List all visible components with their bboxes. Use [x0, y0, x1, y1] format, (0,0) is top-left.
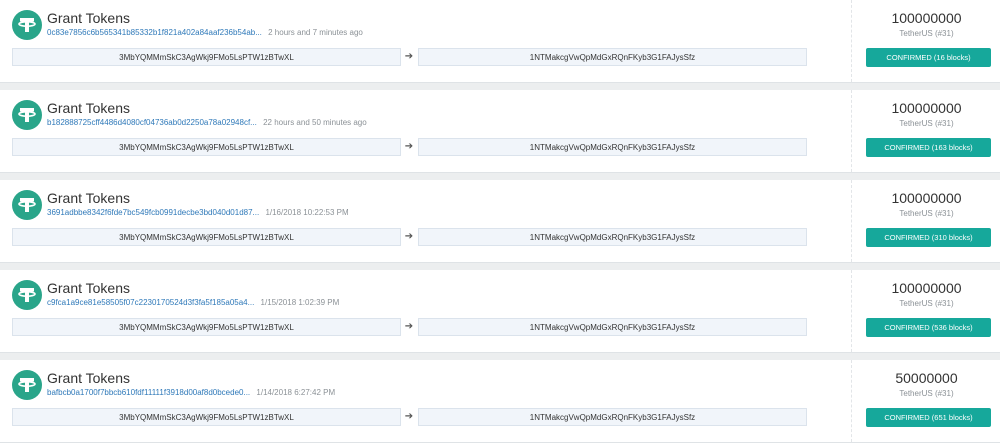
transaction-amount: 100000000: [891, 10, 962, 26]
transaction-row: Grant Tokens b182888725cff4486d4080cf047…: [0, 90, 1000, 173]
transaction-hash-link[interactable]: bafbcb0a1700f7bbcb610fdf11111f3918d00af8…: [47, 388, 250, 397]
to-address[interactable]: 1NTMakcgVwQpMdGxRQnFKyb3G1FAJysSfz: [418, 48, 807, 66]
transaction-row: Grant Tokens 0c83e7856c6b565341b85332b1f…: [0, 0, 1000, 83]
transaction-hash-link[interactable]: b182888725cff4486d4080cf04736ab0d2250a78…: [47, 118, 257, 127]
status-badge: CONFIRMED (536 blocks): [866, 318, 991, 337]
transaction-summary: 100000000 TetherUS (#31) CONFIRMED (16 b…: [851, 0, 1000, 82]
transaction-details: Grant Tokens b182888725cff4486d4080cf047…: [0, 90, 851, 172]
transaction-title: Grant Tokens: [47, 10, 131, 26]
status-badge: CONFIRMED (310 blocks): [866, 228, 991, 247]
transaction-row: Grant Tokens c9fca1a9ce81e58505f07c22301…: [0, 270, 1000, 353]
transaction-time: 1/15/2018 1:02:39 PM: [260, 298, 340, 307]
tether-logo-icon: [12, 10, 42, 40]
transaction-amount: 100000000: [891, 190, 962, 206]
transaction-title: Grant Tokens: [47, 100, 131, 116]
transaction-amount: 100000000: [891, 100, 962, 116]
transaction-time: 2 hours and 7 minutes ago: [268, 28, 363, 37]
transaction-title: Grant Tokens: [47, 370, 131, 386]
transaction-summary: 100000000 TetherUS (#31) CONFIRMED (163 …: [851, 90, 1000, 172]
transaction-meta: c9fca1a9ce81e58505f07c2230170524d3f3fa5f…: [47, 298, 339, 307]
arrow-right-icon: ➔: [404, 141, 414, 152]
from-address[interactable]: 3MbYQMMmSkC3AgWkj9FMo5LsPTW1zBTwXL: [12, 48, 401, 66]
to-address[interactable]: 1NTMakcgVwQpMdGxRQnFKyb3G1FAJysSfz: [418, 318, 807, 336]
transaction-row: Grant Tokens bafbcb0a1700f7bbcb610fdf111…: [0, 360, 1000, 443]
transaction-summary: 100000000 TetherUS (#31) CONFIRMED (536 …: [851, 270, 1000, 352]
status-badge: CONFIRMED (651 blocks): [866, 408, 991, 427]
transaction-currency[interactable]: TetherUS (#31): [852, 29, 1000, 38]
arrow-right-icon: ➔: [404, 411, 414, 422]
transaction-details: Grant Tokens bafbcb0a1700f7bbcb610fdf111…: [0, 360, 851, 442]
transaction-time: 1/16/2018 10:22:53 PM: [265, 208, 349, 217]
from-address[interactable]: 3MbYQMMmSkC3AgWkj9FMo5LsPTW1zBTwXL: [12, 138, 401, 156]
transaction-list: Grant Tokens 0c83e7856c6b565341b85332b1f…: [0, 0, 1000, 443]
transaction-time: 1/14/2018 6:27:42 PM: [256, 388, 336, 397]
transaction-currency[interactable]: TetherUS (#31): [852, 389, 1000, 398]
transaction-amount: 50000000: [895, 370, 958, 386]
transaction-meta: 0c83e7856c6b565341b85332b1f821a402a84aaf…: [47, 28, 363, 37]
arrow-right-icon: ➔: [404, 231, 414, 242]
tether-logo-icon: [12, 280, 42, 310]
from-address[interactable]: 3MbYQMMmSkC3AgWkj9FMo5LsPTW1zBTwXL: [12, 318, 401, 336]
transaction-meta: bafbcb0a1700f7bbcb610fdf11111f3918d00af8…: [47, 388, 335, 397]
arrow-right-icon: ➔: [404, 51, 414, 62]
transaction-details: Grant Tokens 0c83e7856c6b565341b85332b1f…: [0, 0, 851, 82]
transaction-meta: b182888725cff4486d4080cf04736ab0d2250a78…: [47, 118, 367, 127]
transaction-summary: 100000000 TetherUS (#31) CONFIRMED (310 …: [851, 180, 1000, 262]
transaction-hash-link[interactable]: 0c83e7856c6b565341b85332b1f821a402a84aaf…: [47, 28, 262, 37]
tether-logo-icon: [12, 190, 42, 220]
from-address[interactable]: 3MbYQMMmSkC3AgWkj9FMo5LsPTW1zBTwXL: [12, 408, 401, 426]
from-address[interactable]: 3MbYQMMmSkC3AgWkj9FMo5LsPTW1zBTwXL: [12, 228, 401, 246]
transaction-time: 22 hours and 50 minutes ago: [263, 118, 367, 127]
transaction-details: Grant Tokens c9fca1a9ce81e58505f07c22301…: [0, 270, 851, 352]
transaction-title: Grant Tokens: [47, 190, 131, 206]
to-address[interactable]: 1NTMakcgVwQpMdGxRQnFKyb3G1FAJysSfz: [418, 228, 807, 246]
transaction-hash-link[interactable]: c9fca1a9ce81e58505f07c2230170524d3f3fa5f…: [47, 298, 254, 307]
transaction-currency[interactable]: TetherUS (#31): [852, 119, 1000, 128]
transaction-details: Grant Tokens 3691adbbe8342f6fde7bc549fcb…: [0, 180, 851, 262]
transaction-amount: 100000000: [891, 280, 962, 296]
status-badge: CONFIRMED (163 blocks): [866, 138, 991, 157]
tether-logo-icon: [12, 370, 42, 400]
transaction-hash-link[interactable]: 3691adbbe8342f6fde7bc549fcb0991decbe3bd0…: [47, 208, 259, 217]
transaction-currency[interactable]: TetherUS (#31): [852, 299, 1000, 308]
transaction-summary: 50000000 TetherUS (#31) CONFIRMED (651 b…: [851, 360, 1000, 442]
status-badge: CONFIRMED (16 blocks): [866, 48, 991, 67]
transaction-title: Grant Tokens: [47, 280, 131, 296]
to-address[interactable]: 1NTMakcgVwQpMdGxRQnFKyb3G1FAJysSfz: [418, 408, 807, 426]
to-address[interactable]: 1NTMakcgVwQpMdGxRQnFKyb3G1FAJysSfz: [418, 138, 807, 156]
transaction-row: Grant Tokens 3691adbbe8342f6fde7bc549fcb…: [0, 180, 1000, 263]
arrow-right-icon: ➔: [404, 321, 414, 332]
transaction-currency[interactable]: TetherUS (#31): [852, 209, 1000, 218]
transaction-meta: 3691adbbe8342f6fde7bc549fcb0991decbe3bd0…: [47, 208, 349, 217]
tether-logo-icon: [12, 100, 42, 130]
